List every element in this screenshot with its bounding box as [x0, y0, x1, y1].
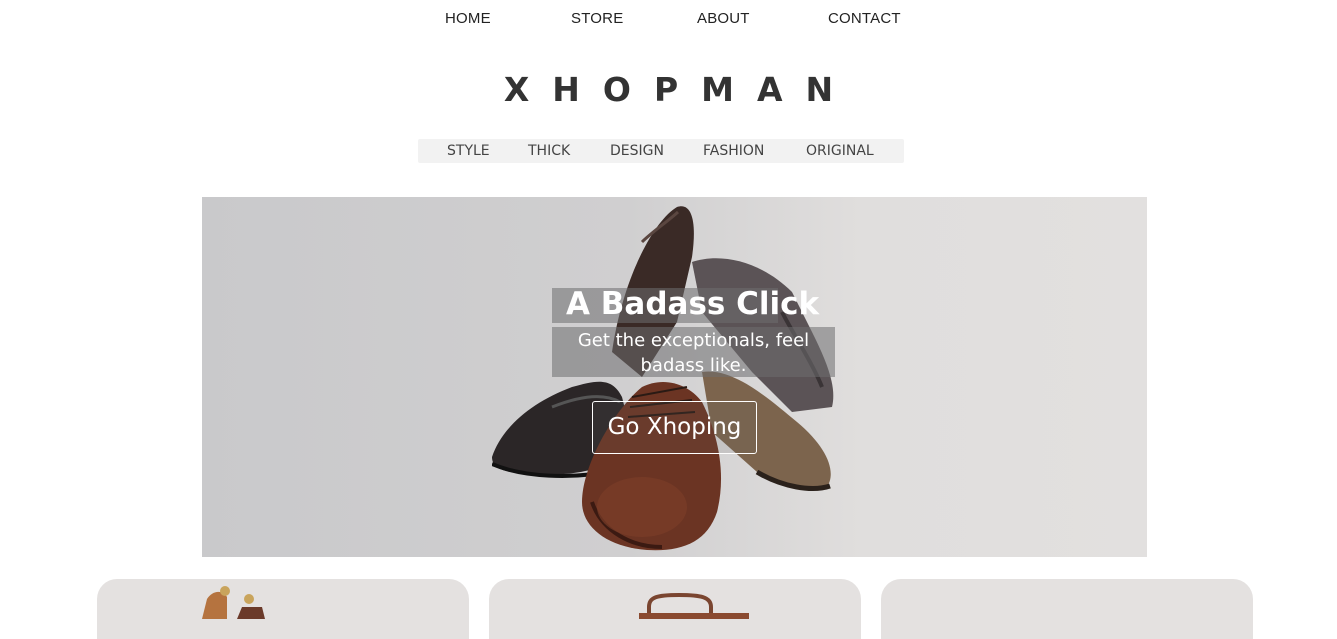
nav-home-link[interactable]: HOME: [445, 10, 491, 27]
category-fashion[interactable]: FASHION: [703, 143, 764, 159]
category-original[interactable]: ORIGINAL: [806, 143, 874, 159]
product-card[interactable]: [881, 579, 1253, 639]
nav-about-link[interactable]: ABOUT: [697, 10, 750, 27]
shoe-trees-image: [202, 586, 265, 619]
hero-subtitle: Get the exceptionals, feel badass like.: [577, 330, 810, 376]
category-style[interactable]: STYLE: [447, 143, 490, 159]
category-thick[interactable]: THICK: [528, 143, 570, 159]
product-image: [881, 579, 1253, 619]
brand-logo-text[interactable]: XHOPMAN: [0, 70, 1337, 109]
category-design[interactable]: DESIGN: [610, 143, 664, 159]
product-card[interactable]: [97, 579, 469, 639]
shoes-image: [492, 206, 834, 551]
hero-banner: A Badass Click Get the exceptionals, fee…: [202, 197, 1147, 557]
nav-contact-link[interactable]: CONTACT: [828, 10, 901, 27]
hero-title: A Badass Click: [566, 286, 820, 322]
nav-store-link[interactable]: STORE: [571, 10, 623, 27]
category-bar: STYLE THICK DESIGN FASHION ORIGINAL: [418, 139, 904, 163]
top-navigation: HOME STORE ABOUT CONTACT: [0, 0, 1337, 40]
leather-bag-image: [639, 592, 749, 623]
go-xhoping-button[interactable]: Go Xhoping: [592, 401, 757, 454]
product-card[interactable]: [489, 579, 861, 639]
